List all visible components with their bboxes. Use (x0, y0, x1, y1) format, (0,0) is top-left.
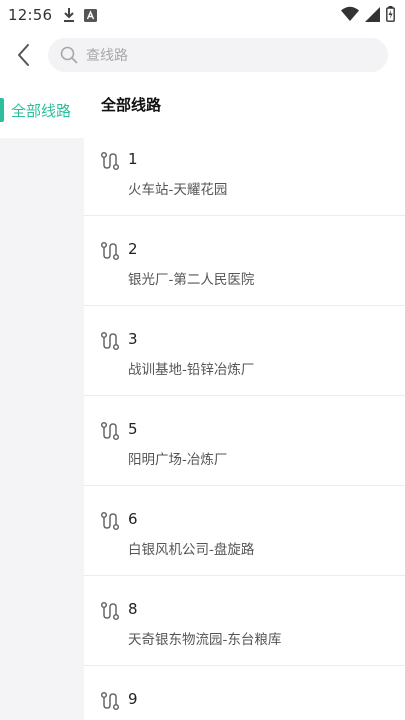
route-item[interactable]: 9 (84, 666, 405, 720)
search-header: 查线路 (0, 30, 405, 80)
battery-icon (386, 6, 395, 22)
route-icon (100, 601, 120, 621)
status-bar: 12:56 (0, 0, 405, 30)
search-placeholder: 查线路 (86, 48, 128, 64)
route-icon (100, 241, 120, 261)
route-list: 1 火车站-天耀花园 2 银光厂-第二人民医院 3 战训基地-铅锌冶炼厂 5 阳… (84, 126, 405, 720)
route-number: 5 (128, 420, 138, 438)
route-number: 8 (128, 600, 138, 618)
sidebar-item-all-routes[interactable]: 全部线路 (0, 82, 84, 138)
route-icon (100, 331, 120, 351)
route-item[interactable]: 2 银光厂-第二人民医院 (84, 216, 405, 306)
section-title: 全部线路 (101, 95, 162, 114)
status-right-icons (341, 6, 395, 22)
route-number: 3 (128, 330, 138, 348)
route-number: 2 (128, 240, 138, 258)
route-item[interactable]: 3 战训基地-铅锌冶炼厂 (84, 306, 405, 396)
route-name: 火车站-天耀花园 (128, 182, 228, 198)
sidebar: 全部线路 (0, 82, 84, 720)
route-item[interactable]: 8 天奇银东物流园-东台粮库 (84, 576, 405, 666)
download-icon (64, 8, 75, 22)
route-number: 9 (128, 690, 138, 708)
route-icon (100, 421, 120, 441)
a-box-icon (84, 8, 98, 22)
route-name: 阳明广场-冶炼厂 (128, 452, 228, 468)
route-icon (100, 151, 120, 171)
status-time: 12:56 (8, 6, 53, 24)
route-icon (100, 511, 120, 531)
chevron-left-icon (18, 44, 29, 66)
route-list-panel: 全部线路 1 火车站-天耀花园 2 银光厂-第二人民医院 3 战训基地-铅锌冶炼… (84, 82, 405, 720)
route-icon (100, 691, 120, 711)
route-item[interactable]: 1 火车站-天耀花园 (84, 126, 405, 216)
route-number: 1 (128, 150, 138, 168)
sidebar-selected-indicator (0, 98, 4, 122)
wifi-icon (341, 6, 359, 21)
route-name: 银光厂-第二人民医院 (128, 272, 255, 288)
route-item[interactable]: 6 白银风机公司-盘旋路 (84, 486, 405, 576)
search-input[interactable]: 查线路 (48, 38, 388, 72)
route-name: 白银风机公司-盘旋路 (128, 542, 255, 558)
sidebar-item-label: 全部线路 (11, 101, 72, 120)
route-name: 天奇银东物流园-东台粮库 (128, 632, 282, 648)
route-number: 6 (128, 510, 138, 528)
search-icon (60, 46, 78, 64)
route-item[interactable]: 5 阳明广场-冶炼厂 (84, 396, 405, 486)
status-left-icons (62, 7, 98, 23)
back-button[interactable] (0, 30, 48, 80)
signal-icon (365, 6, 380, 22)
route-name: 战训基地-铅锌冶炼厂 (128, 362, 255, 378)
